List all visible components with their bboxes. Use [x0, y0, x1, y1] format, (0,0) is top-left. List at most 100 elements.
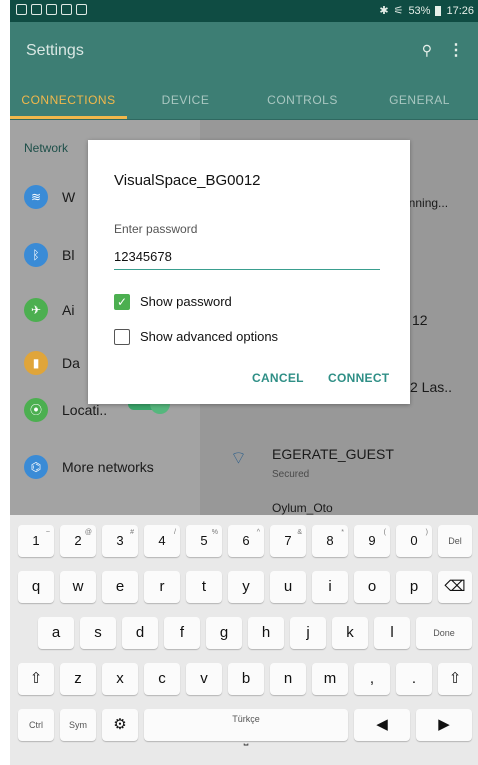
tab-bar: CONNECTIONS DEVICE CONTROLS GENERAL: [10, 82, 478, 120]
wifi-lock-icon: ⌔: [230, 448, 247, 468]
key-f[interactable]: f: [164, 617, 200, 649]
key-l[interactable]: l: [374, 617, 410, 649]
dialog-title: VisualSpace_BG0012: [114, 172, 261, 189]
show-advanced-label: Show advanced options: [140, 329, 279, 344]
key-6[interactable]: 6 ^: [228, 525, 264, 557]
backspace-icon: ⌫: [444, 578, 466, 595]
key-p[interactable]: p: [396, 571, 432, 603]
wifi-icon: ⚟: [393, 5, 404, 17]
battery-percent: 53%: [408, 4, 431, 17]
shift-key-right[interactable]: ⇧: [438, 663, 472, 695]
key-c[interactable]: c: [144, 663, 180, 695]
network-name[interactable]: EGERATE_GUEST: [272, 446, 394, 462]
space-icon: ⎵: [243, 732, 249, 746]
list-item-label: More networks: [62, 459, 154, 475]
cursor-left-key[interactable]: ◀: [354, 709, 410, 741]
key-d[interactable]: d: [122, 617, 158, 649]
key-j[interactable]: j: [290, 617, 326, 649]
show-password-checkbox[interactable]: ✓: [114, 294, 130, 310]
device-screen: ✱ ⚟ 53% 17:26 Settings ⚲ ⋮ CONNECTIONS D…: [10, 0, 478, 765]
key-w[interactable]: w: [60, 571, 96, 603]
key-1[interactable]: 1 ~: [18, 525, 54, 557]
list-item-more-networks[interactable]: ⌬ More networks: [24, 442, 200, 492]
password-input[interactable]: [114, 244, 380, 270]
list-item-label: Da: [62, 355, 80, 371]
wifi-password-dialog: VisualSpace_BG0012 Enter password ✓ Show…: [88, 140, 410, 404]
show-password-label: Show password: [140, 294, 232, 309]
network-name-partial: 12: [412, 312, 428, 328]
key-4[interactable]: 4/: [144, 525, 180, 557]
key-e[interactable]: e: [102, 571, 138, 603]
key-u[interactable]: u: [270, 571, 306, 603]
notification-icon: [16, 4, 27, 15]
key-3[interactable]: 3 #: [102, 525, 138, 557]
key-s[interactable]: s: [80, 617, 116, 649]
key-0[interactable]: 0): [396, 525, 432, 557]
key-q[interactable]: q: [18, 571, 54, 603]
key-z[interactable]: z: [60, 663, 96, 695]
key-g[interactable]: g: [206, 617, 242, 649]
list-item-label: W: [62, 189, 76, 205]
done-key[interactable]: Done: [416, 617, 472, 649]
key-n[interactable]: n: [270, 663, 306, 695]
on-screen-keyboard: 1 ~ 2 @ 3 # 4/ 5% 6 ^ 7 & 8 * 9( 0) Del q w e …: [10, 515, 478, 765]
gallery-icon: [46, 4, 57, 15]
network-name-partial: 2 Las..: [410, 379, 453, 395]
key-b[interactable]: b: [228, 663, 264, 695]
tab-general[interactable]: GENERAL: [361, 82, 478, 119]
network-status: Secured: [272, 469, 310, 480]
tab-connections[interactable]: CONNECTIONS: [10, 82, 127, 119]
screenshot-icon: [76, 4, 87, 15]
bluetooth-icon: ᛒ: [24, 243, 48, 267]
key-8[interactable]: 8 *: [312, 525, 348, 557]
cursor-right-key[interactable]: ▶: [416, 709, 472, 741]
status-bar: ✱ ⚟ 53% 17:26: [10, 0, 478, 22]
key-comma[interactable]: ,: [354, 663, 390, 695]
key-o[interactable]: o: [354, 571, 390, 603]
more-options-icon[interactable]: ⋮: [448, 40, 464, 60]
connect-button[interactable]: CONNECT: [328, 371, 389, 385]
shift-icon: ⇧: [29, 670, 43, 687]
shift-key[interactable]: ⇧: [18, 663, 54, 695]
sym-key[interactable]: Sym: [60, 709, 96, 741]
backspace-key[interactable]: ⌫: [438, 571, 472, 603]
key-x[interactable]: x: [102, 663, 138, 695]
data-usage-icon: ▮: [24, 351, 48, 375]
status-left-icons: [16, 4, 87, 15]
space-key[interactable]: Türkçe ⎵: [144, 709, 348, 746]
password-label: Enter password: [114, 222, 198, 236]
tab-device[interactable]: DEVICE: [127, 82, 244, 119]
key-r[interactable]: r: [144, 571, 180, 603]
search-icon: [61, 4, 72, 15]
key-period[interactable]: .: [396, 663, 432, 695]
search-icon[interactable]: ⚲: [422, 42, 432, 59]
bluetooth-icon: ✱: [379, 5, 389, 17]
shift-icon: ⇧: [448, 670, 462, 687]
key-2[interactable]: 2 @: [60, 525, 96, 557]
key-5[interactable]: 5%: [186, 525, 222, 557]
key-y[interactable]: y: [228, 571, 264, 603]
airplane-icon: ✈: [24, 298, 48, 322]
arrow-right-icon: ▶: [438, 716, 450, 733]
wifi-icon: ≋: [24, 185, 48, 209]
key-t[interactable]: t: [186, 571, 222, 603]
delete-key[interactable]: Del: [438, 525, 472, 557]
key-k[interactable]: k: [332, 617, 368, 649]
network-name[interactable]: Oylum_Oto: [272, 501, 333, 515]
key-v[interactable]: v: [186, 663, 222, 695]
ctrl-key[interactable]: Ctrl: [18, 709, 54, 741]
key-7[interactable]: 7 &: [270, 525, 306, 557]
key-a[interactable]: a: [38, 617, 74, 649]
key-m[interactable]: m: [312, 663, 348, 695]
cancel-button[interactable]: CANCEL: [252, 371, 304, 385]
section-header-network: Network: [24, 141, 69, 155]
settings-key[interactable]: ⚙: [102, 709, 138, 741]
key-9[interactable]: 9(: [354, 525, 390, 557]
key-i[interactable]: i: [312, 571, 348, 603]
battery-icon: [435, 5, 442, 16]
location-icon: ⦿: [24, 398, 48, 422]
tab-controls[interactable]: CONTROLS: [244, 82, 361, 119]
show-advanced-checkbox[interactable]: [114, 329, 130, 345]
key-h[interactable]: h: [248, 617, 284, 649]
list-item-label: Ai: [62, 302, 75, 318]
